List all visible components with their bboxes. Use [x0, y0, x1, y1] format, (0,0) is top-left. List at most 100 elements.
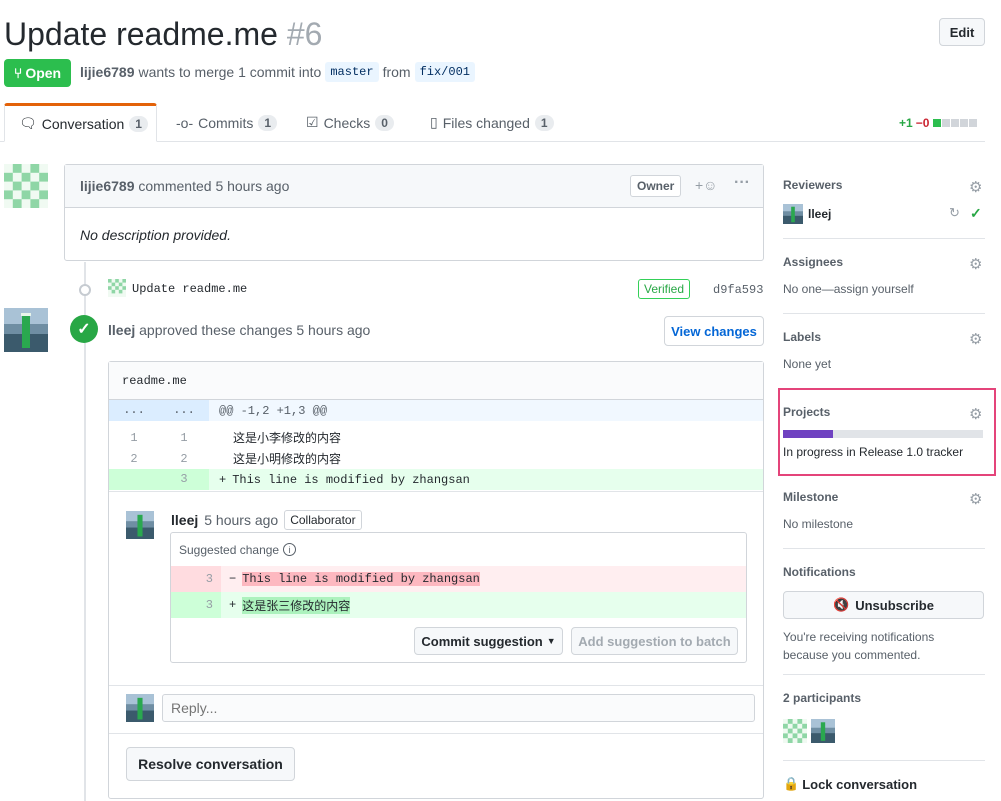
commit-message[interactable]: Update readme.me [132, 282, 247, 296]
comment-avatar[interactable] [126, 511, 154, 542]
milestone-section: Milestone ⚙ No milestone [783, 490, 985, 531]
commit-avatar[interactable] [108, 279, 126, 300]
base-branch[interactable]: master [325, 62, 379, 82]
tab-conversation[interactable]: 🗨 Conversation 1 [4, 103, 157, 142]
tab-count: 0 [375, 114, 394, 131]
reply-input[interactable] [162, 694, 755, 722]
status-label: Open [25, 65, 62, 81]
add-reaction-icon[interactable]: +☺ [695, 177, 717, 193]
file-header: readme.me [109, 362, 763, 400]
projects-text[interactable]: In progress in Release 1.0 tracker [783, 445, 985, 459]
tab-checks[interactable]: ☑ Checks 0 [306, 103, 394, 142]
divider [109, 733, 763, 734]
author-link[interactable]: lijie6789 [80, 64, 135, 80]
avatar[interactable] [4, 164, 48, 211]
lock-label: Lock conversation [802, 776, 918, 792]
file-diff-icon: ▯ [430, 114, 438, 130]
assignees-text[interactable]: No one—assign yourself [783, 282, 985, 296]
pull-request-icon: ⑂ [13, 65, 23, 81]
unsubscribe-label: Unsubscribe [855, 597, 934, 613]
comment-discussion-icon: 🗨 [19, 115, 37, 131]
assignees-title[interactable]: Assignees [783, 255, 985, 269]
hunk-row: ... ... @@ -1,2 +1,3 @@ [109, 400, 763, 421]
participants-title: 2 participants [783, 691, 862, 705]
suggestion-removed-line: 3 − This line is modified by zhangsan [171, 566, 746, 592]
resolve-conversation-button[interactable]: Resolve conversation [126, 747, 295, 781]
tab-label: Checks [323, 114, 371, 131]
lock-conversation-link[interactable]: 🔒 Lock conversation [783, 776, 985, 792]
info-icon[interactable]: i [283, 543, 297, 556]
edit-button[interactable]: Edit [939, 18, 985, 46]
comment-time[interactable]: 5 hours ago [215, 178, 289, 194]
unsubscribe-button[interactable]: 🔇 Unsubscribe [783, 591, 984, 619]
tab-files-changed[interactable]: ▯ Files changed 1 [430, 103, 554, 142]
line-new[interactable]: 2 [159, 452, 209, 466]
tab-count: 1 [534, 114, 554, 131]
line-old[interactable] [109, 469, 159, 490]
participant-avatar[interactable] [783, 719, 807, 743]
reply-avatar[interactable] [126, 694, 154, 725]
gear-icon[interactable]: ⚙ [969, 405, 982, 423]
reviewer-avatar-small[interactable] [783, 204, 803, 224]
reviewers-title[interactable]: Reviewers [783, 178, 985, 192]
reviewer-name[interactable]: lleej [808, 207, 831, 221]
pr-title: Update readme.me [4, 16, 278, 52]
notifications-section: Notifications 🔇 Unsubscribe You're recei… [783, 565, 985, 664]
notifications-title: Notifications [783, 565, 856, 579]
hunk-expand-new[interactable]: ... [159, 400, 209, 421]
head-branch[interactable]: fix/001 [414, 62, 475, 82]
line-number: 3 [171, 592, 221, 618]
line-new[interactable]: 1 [159, 431, 209, 445]
verified-badge[interactable]: Verified [638, 279, 691, 299]
review-comment-time[interactable]: 5 hours ago [204, 512, 278, 528]
tab-label: Files changed [442, 114, 530, 131]
page-title: Update readme.me #6 [4, 14, 322, 54]
commit-icon: -o- [176, 114, 194, 131]
file-name[interactable]: readme.me [122, 374, 187, 388]
gear-icon[interactable]: ⚙ [969, 330, 982, 348]
projects-section: Projects ⚙ In progress in Release 1.0 tr… [783, 405, 985, 459]
commit-suggestion-button[interactable]: Commit suggestion ▼ [414, 627, 563, 655]
tab-label: Conversation [41, 115, 125, 132]
review-action: approved these changes [139, 322, 293, 338]
projects-title[interactable]: Projects [783, 405, 985, 419]
line-text: This line is modified by zhangsan [242, 572, 480, 586]
gear-icon[interactable]: ⚙ [969, 255, 982, 273]
diffstat: +1 −0 [899, 116, 978, 130]
labels-section: Labels ⚙ None yet [783, 330, 985, 371]
hunk-expand-old[interactable]: ... [109, 400, 159, 421]
kebab-menu-icon[interactable]: ··· [734, 174, 750, 192]
review-summary: lleej approved these changes 5 hours ago [108, 322, 370, 338]
gear-icon[interactable]: ⚙ [969, 178, 982, 196]
lock-icon: 🔒 [783, 776, 800, 791]
comment-author[interactable]: lijie6789 [80, 178, 135, 194]
tab-label: Commits [198, 114, 254, 131]
tab-count: 1 [258, 114, 278, 131]
gear-icon[interactable]: ⚙ [969, 490, 982, 508]
pr-number: #6 [286, 16, 323, 52]
tab-bar: 🗨 Conversation 1 -o- Commits 1 ☑ Checks … [0, 103, 985, 142]
caret-down-icon: ▼ [546, 636, 556, 646]
milestone-title[interactable]: Milestone [783, 490, 985, 504]
re-request-review-icon[interactable]: ↻ [949, 205, 960, 221]
project-progress-bar [783, 430, 983, 438]
labels-title[interactable]: Labels [783, 330, 985, 344]
labels-text: None yet [783, 357, 832, 371]
tab-commits[interactable]: -o- Commits 1 [176, 103, 278, 142]
reviewer-avatar[interactable] [4, 308, 48, 355]
view-changes-button[interactable]: View changes [664, 316, 764, 346]
line-old[interactable]: 1 [109, 431, 159, 445]
mute-icon: 🔇 [833, 597, 850, 612]
participant-avatar[interactable] [811, 719, 835, 743]
line-number: 3 [171, 566, 221, 592]
line-old[interactable]: 2 [109, 452, 159, 466]
add-suggestion-to-batch-button[interactable]: Add suggestion to batch [571, 627, 738, 655]
review-comment-author[interactable]: lleej [171, 512, 198, 528]
line-new[interactable]: 3 [159, 469, 209, 490]
review-author[interactable]: lleej [108, 322, 135, 338]
participants-avatars [783, 719, 985, 743]
review-time[interactable]: 5 hours ago [296, 322, 370, 338]
commit-sha[interactable]: d9fa593 [713, 283, 763, 297]
notifications-text-line: because you commented. [783, 648, 921, 662]
diffstat-added: +1 [899, 116, 913, 130]
